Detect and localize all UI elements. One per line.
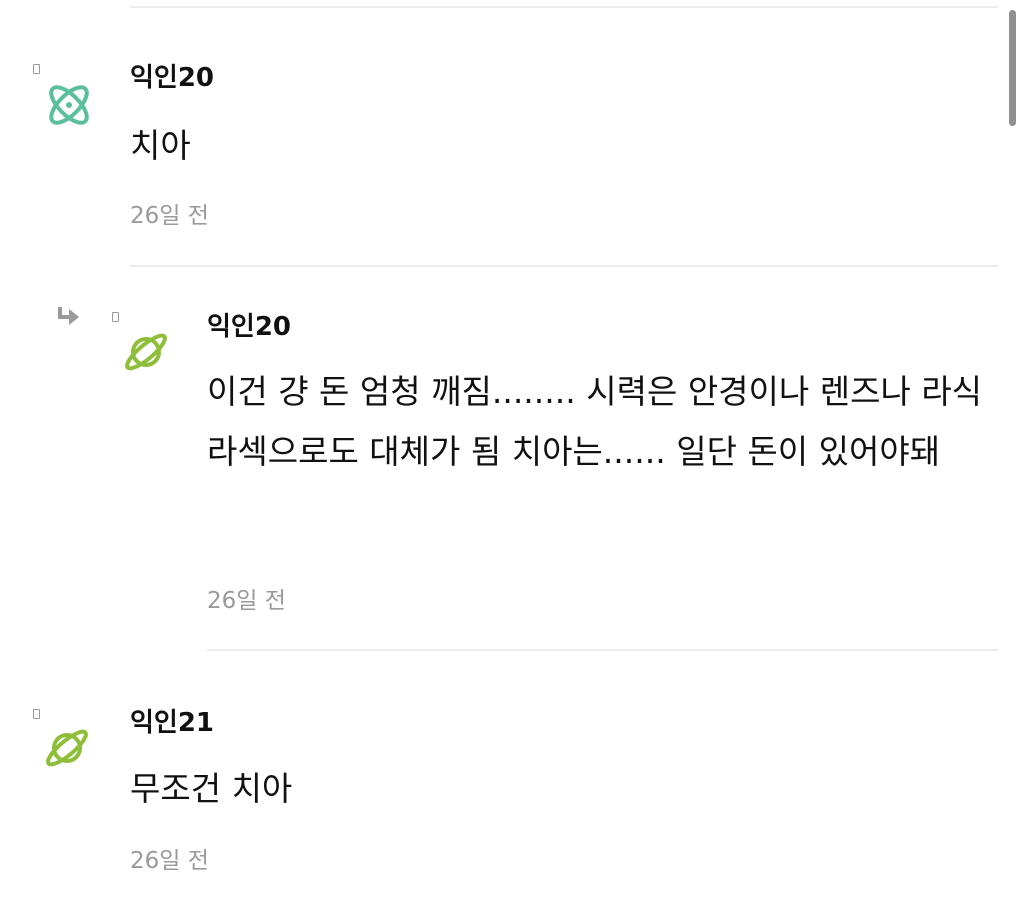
badge-icon — [33, 709, 40, 719]
comment-thread: 익인20 치아 26일 전 익인20 이건 걍 돈 엄청 깨짐........ … — [0, 0, 1024, 902]
planet-icon[interactable] — [41, 722, 93, 774]
comment-item: 익인21 무조건 치아 26일 전 — [0, 0, 1000, 902]
scrollbar-thumb[interactable] — [1009, 10, 1016, 126]
comment-text: 무조건 치아 — [130, 769, 293, 808]
comment-timestamp: 26일 전 — [130, 848, 209, 874]
comment-author[interactable]: 익인21 — [130, 707, 214, 739]
